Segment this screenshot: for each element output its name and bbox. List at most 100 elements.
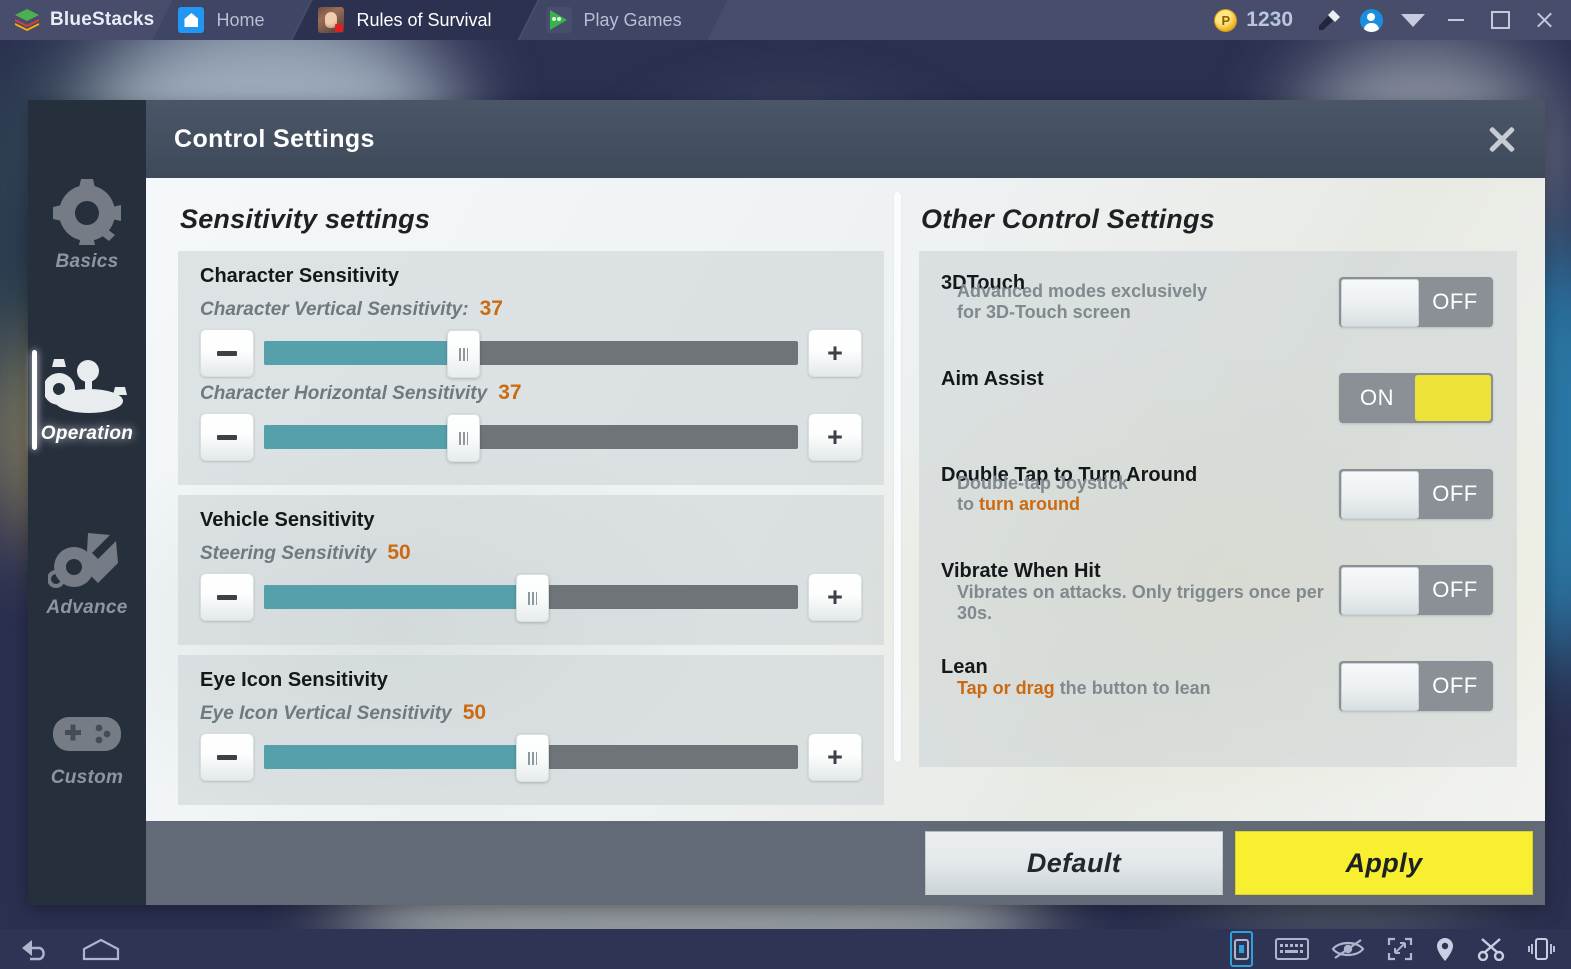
portrait-mode-icon[interactable] [1230,931,1253,967]
slider-track-area[interactable] [264,574,798,622]
slider-fill [264,745,531,769]
close-icon[interactable] [1485,122,1519,156]
apply-button[interactable]: Apply [1235,831,1533,895]
bluestacks-brand-label: BlueStacks [50,9,155,30]
sidebar-item-advance-label: Advance [46,597,128,618]
keyboard-icon[interactable] [1275,934,1309,964]
slider-track-area[interactable] [264,330,798,378]
slider-handle[interactable] [516,734,549,782]
tab-play-games-label: Play Games [583,9,682,30]
tab-home[interactable]: Home [152,0,310,40]
titlebar-actions: P 1230 [1200,0,1571,40]
window-titlebar: BlueStacks Home Rules of Survival Play G… [0,0,1571,40]
setting-aim-assist: Aim Assist ON [941,369,1493,465]
setting-description: Advanced modes exclusively for 3D-Touch … [957,281,1339,323]
setting-name: Lean [941,656,988,678]
increase-button[interactable]: + [808,413,862,461]
slider-label: Character Horizontal Sensitivity [200,383,488,404]
slider-label-row: Steering Sensitivity 50 [200,541,862,565]
toggle-3dtouch[interactable]: OFF [1339,277,1493,327]
toggle-state-label: OFF [1432,577,1478,602]
setting-name: Vibrate When Hit [941,560,1101,582]
sidebar-item-custom[interactable]: Custom [28,660,146,834]
wrench-gear-icon [48,527,126,593]
sidebar-item-operation-label: Operation [40,423,134,444]
slider-fill [264,425,462,449]
setting-description-highlight: turn around [979,494,1080,515]
slider-track-area[interactable] [264,414,798,462]
game-viewport: Basics Operation Advance Custom Control … [0,40,1571,929]
control-settings-dialog: Basics Operation Advance Custom Control … [28,100,1545,905]
slider-handle[interactable] [446,330,480,378]
sidebar-item-custom-label: Custom [50,767,124,788]
location-pin-icon[interactable] [1435,934,1455,964]
other-settings-section-title: Other Control Settings [921,204,1215,234]
coin-icon: P [1214,8,1238,32]
dialog-body: Sensitivity settings Character Sensitivi… [146,178,1545,821]
brush-icon[interactable] [1309,0,1349,40]
setting-lean: Lean Tap or drag the button to lean OFF [941,657,1493,743]
increase-button[interactable]: + [808,733,862,781]
scissors-icon[interactable] [1477,934,1505,964]
group-eye-icon-sensitivity: Eye Icon Sensitivity Eye Icon Vertical S… [178,655,884,805]
tab-play-games[interactable]: Play Games [520,0,728,40]
sidebar-item-operation[interactable]: Operation [28,312,146,486]
rules-of-survival-icon [318,7,344,33]
increase-button[interactable]: + [808,329,862,377]
slider-handle[interactable] [516,574,549,622]
android-navigation-bar [0,929,1571,969]
slider-character-horizontal: + [200,409,862,465]
toggle-double-tap-turn-around[interactable]: OFF [1339,469,1493,519]
vertical-scrollbar[interactable] [894,192,901,762]
bluestacks-logo-icon [14,8,40,32]
decrease-button[interactable] [200,733,254,781]
decrease-button[interactable] [200,573,254,621]
setting-3dtouch: 3DTouch Advanced modes exclusively for 3… [941,273,1493,369]
account-avatar-icon[interactable] [1351,0,1391,40]
panel-divider [884,178,901,821]
slider-track-area[interactable] [264,734,798,782]
close-button[interactable] [1523,0,1565,40]
shake-device-icon[interactable] [1527,934,1555,964]
home-icon [178,7,204,33]
toggle-lean[interactable]: OFF [1339,661,1493,711]
increase-button[interactable]: + [808,573,862,621]
toggle-aim-assist[interactable]: ON [1339,373,1493,423]
eye-slash-icon[interactable] [1331,934,1365,964]
slider-handle[interactable] [446,414,480,462]
fullscreen-icon[interactable] [1387,934,1413,964]
minimize-button[interactable] [1435,0,1477,40]
points-value: 1230 [1246,8,1293,31]
dialog-header: Control Settings [146,100,1545,178]
slider-label: Eye Icon Vertical Sensitivity [200,703,452,724]
setting-name: Aim Assist [941,368,1044,390]
slider-value: 50 [462,701,487,724]
setting-description: Tap or drag the button to lean [957,678,1339,699]
decrease-button[interactable] [200,413,254,461]
default-button[interactable]: Default [925,831,1223,895]
group-title: Eye Icon Sensitivity [200,669,388,691]
group-title: Character Sensitivity [200,265,399,287]
slider-eye-icon-vertical: + [200,729,862,785]
settings-sidebar: Basics Operation Advance Custom [28,100,146,905]
points-indicator[interactable]: P 1230 [1200,8,1307,32]
maximize-button[interactable] [1479,0,1521,40]
sidebar-item-advance[interactable]: Advance [28,486,146,660]
slider-label-row: Eye Icon Vertical Sensitivity 50 [200,701,862,725]
back-icon[interactable] [18,934,52,964]
setting-description-text: the button to lean [1054,678,1211,698]
slider-label: Steering Sensitivity [200,543,377,564]
toggle-vibrate-when-hit[interactable]: OFF [1339,565,1493,615]
play-games-icon [546,7,572,33]
slider-label: Character Vertical Sensitivity: [200,299,469,320]
chevron-down-icon[interactable] [1393,0,1433,40]
home-icon[interactable] [82,934,120,964]
sidebar-item-basics[interactable]: Basics [28,138,146,312]
toggle-state-label: OFF [1432,673,1478,698]
page-title: Control Settings [174,124,375,153]
decrease-button[interactable] [200,329,254,377]
dialog-footer: Default Apply [146,821,1545,905]
group-vehicle-sensitivity: Vehicle Sensitivity Steering Sensitivity… [178,495,884,645]
tab-rules-of-survival[interactable]: Rules of Survival [292,0,537,40]
app-tabs: Home Rules of Survival Play Games [170,0,727,40]
